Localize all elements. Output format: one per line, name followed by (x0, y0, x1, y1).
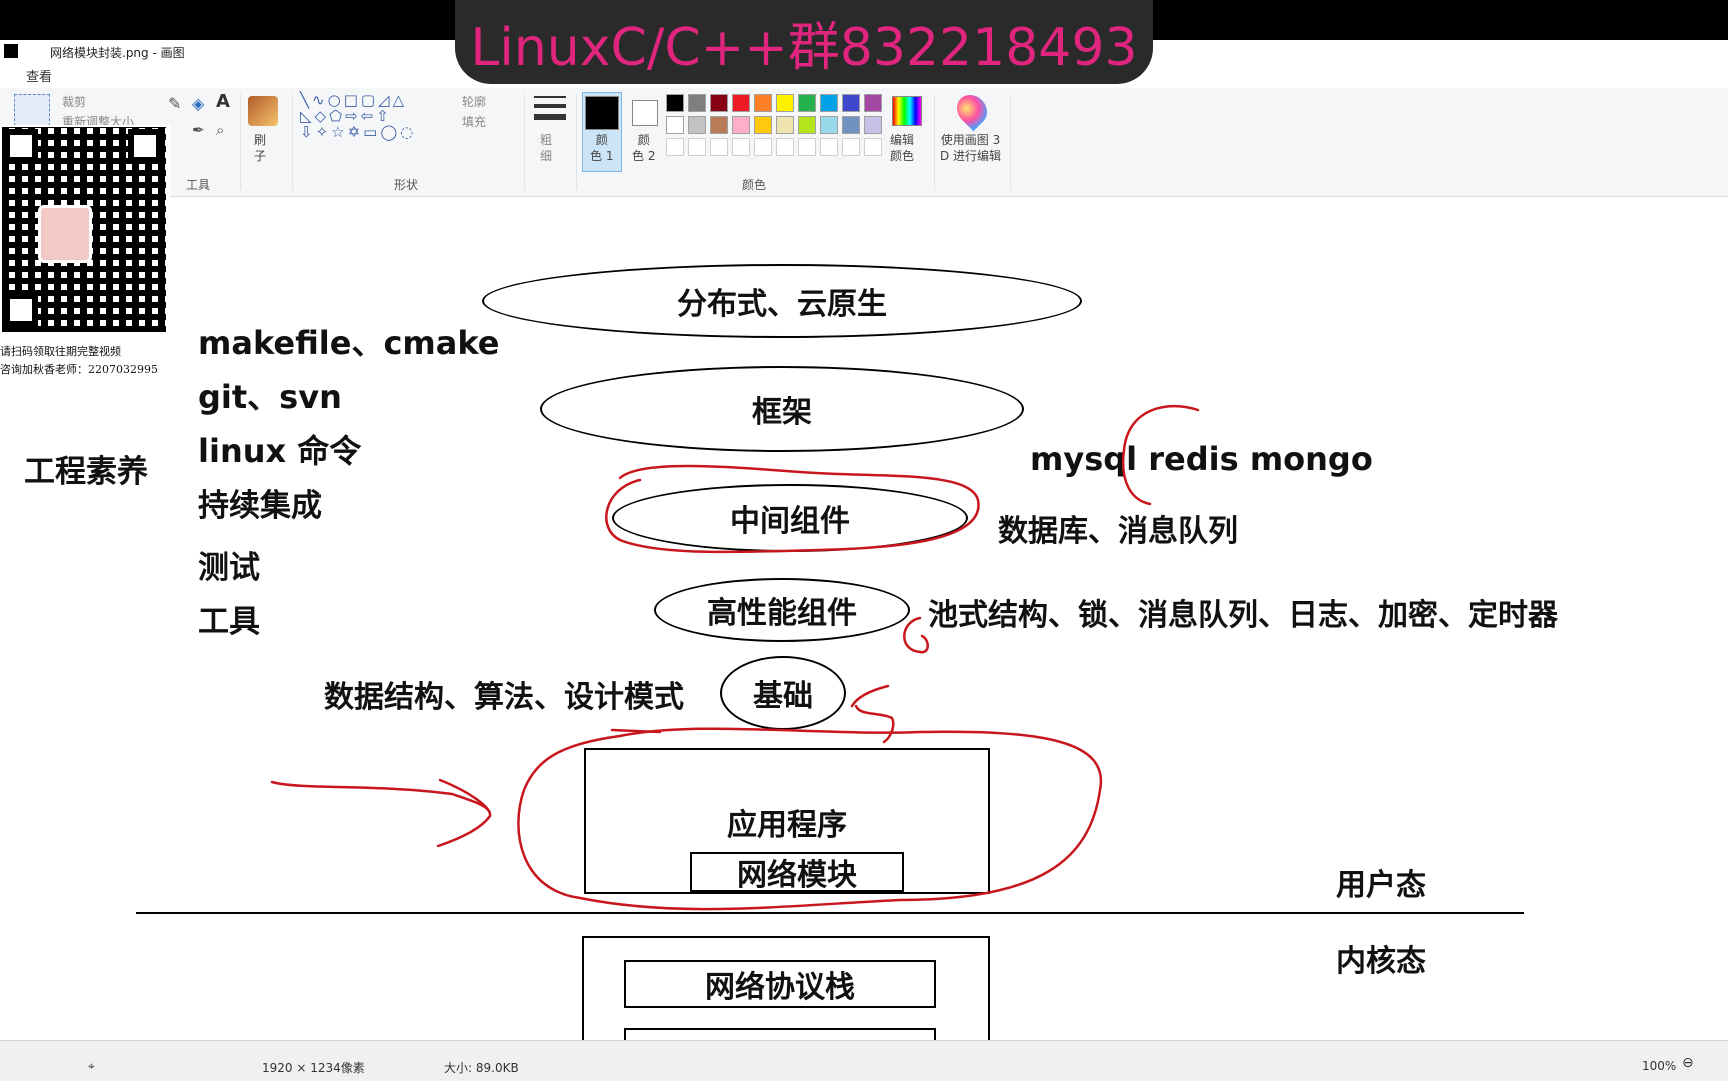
file-size: 大小: 89.0KB (444, 1061, 519, 1075)
db-bracket (1121, 404, 1200, 506)
image-dimensions: 1920 × 1234像素 (262, 1061, 365, 1075)
group-banner-text: LinuxC/C++群832218493 (470, 17, 1138, 78)
qr-caption-2: 咨询加秋香老师：2207032995 (0, 363, 158, 376)
zoom-out-icon[interactable]: ⊖ (1682, 1055, 1694, 1071)
cursor-icon: ⌖ (88, 1059, 95, 1073)
group-banner: LinuxC/C++群832218493 (455, 0, 1153, 84)
hp-arrow (903, 616, 929, 654)
left-arrow (270, 778, 492, 848)
qr-caption-1: 请扫码领取往期完整视频 (0, 345, 121, 358)
qr-promo: 请扫码领取往期完整视频 咨询加秋香老师：2207032995 (0, 125, 170, 377)
middleware-circle (605, 464, 980, 554)
app-circle (517, 727, 1103, 911)
status-bar: ⌖ 1920 × 1234像素 大小: 89.0KB 100% ⊖ (0, 1040, 1728, 1081)
avatar (38, 205, 92, 263)
red-annotations (270, 404, 1200, 911)
zoom-level: 100% (1642, 1059, 1677, 1073)
